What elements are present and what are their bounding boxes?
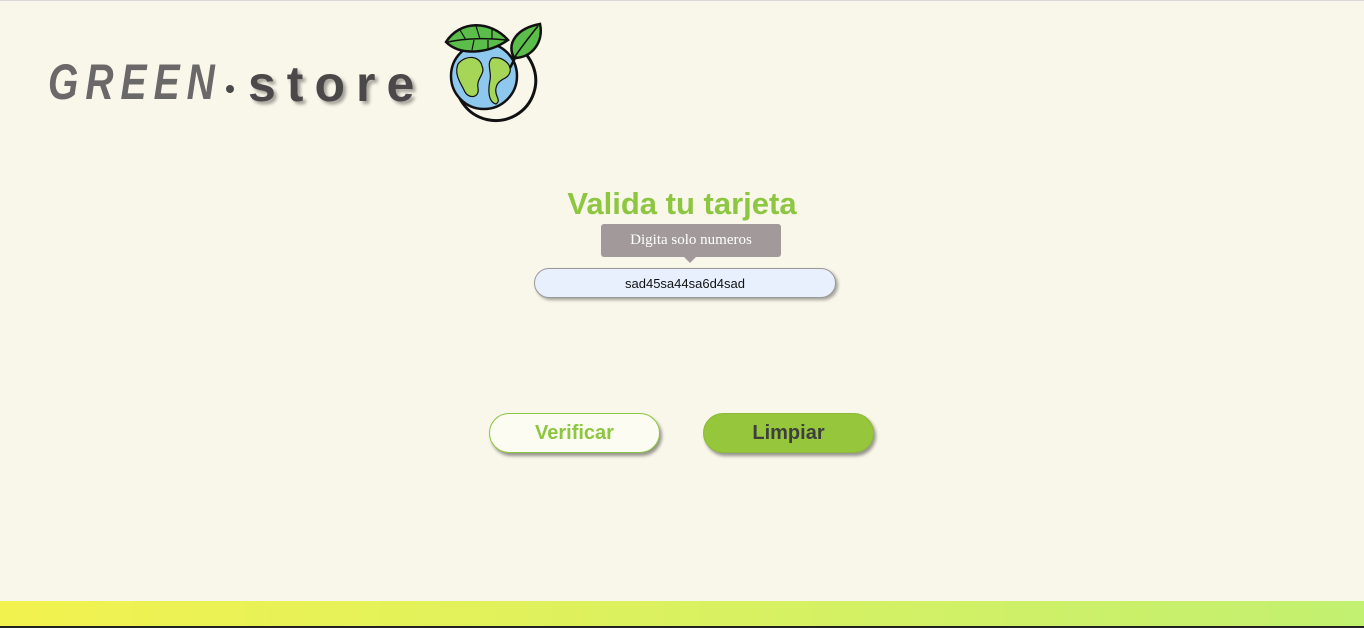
top-divider — [0, 0, 1364, 1]
page-title: Valida tu tarjeta — [567, 186, 797, 221]
logo-separator-dot — [226, 85, 234, 93]
globe-leaf-icon — [444, 22, 543, 123]
footer-bar — [0, 601, 1364, 626]
validation-tooltip: Digita solo numeros — [601, 224, 781, 257]
verify-button[interactable]: Verificar — [489, 413, 660, 453]
brand-logo: GREEN store — [48, 18, 548, 126]
tooltip-arrow — [684, 257, 696, 263]
card-number-input[interactable] — [534, 268, 836, 298]
clear-button[interactable]: Limpiar — [703, 413, 874, 453]
logo-text-store: store — [248, 56, 426, 112]
logo-text-green: GREEN — [48, 54, 222, 110]
